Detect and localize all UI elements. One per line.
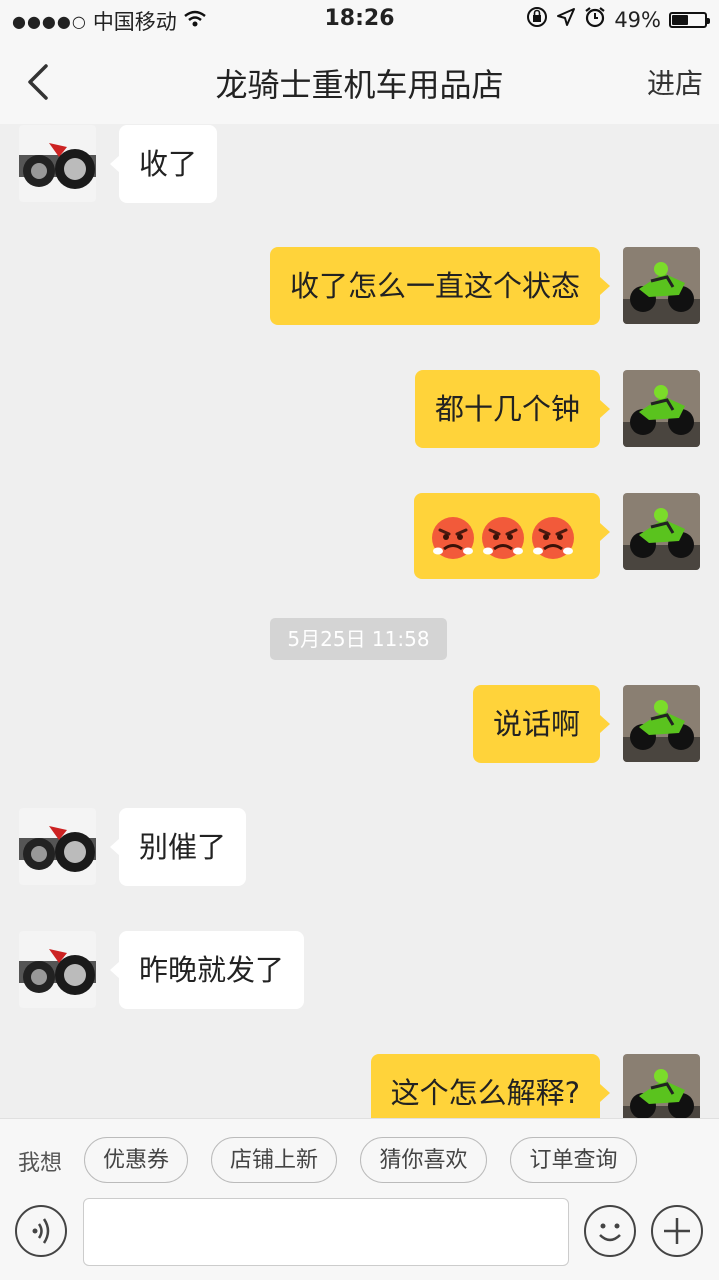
battery-icon	[669, 11, 710, 28]
shop-avatar[interactable]	[19, 808, 96, 885]
emoji-button[interactable]	[584, 1205, 636, 1257]
shop-avatar[interactable]	[19, 931, 96, 1008]
message-bubble-emoji	[414, 493, 610, 579]
quick-reply-bar: 我想 优惠券 店铺上新 猜你喜欢 订单查询	[0, 1118, 719, 1201]
more-button[interactable]	[651, 1205, 703, 1257]
user-avatar[interactable]	[623, 370, 700, 447]
user-avatar[interactable]	[623, 493, 700, 570]
status-bar: ●●●●○ 中国移动 18:26 49%	[0, 0, 719, 40]
plus-icon	[664, 1218, 690, 1244]
chip-order-query[interactable]: 订单查询	[510, 1137, 637, 1183]
message-bubble-outgoing: 都十几个钟	[414, 370, 611, 448]
message-bubble-incoming: 别催了	[109, 808, 247, 886]
rotation-lock-icon	[526, 6, 548, 33]
angry-face-icon	[482, 517, 524, 559]
message-input[interactable]	[83, 1198, 569, 1266]
message-bubble-outgoing: 收了怎么一直这个状态	[269, 247, 611, 325]
chip-coupon[interactable]: 优惠券	[84, 1137, 188, 1183]
input-bar	[0, 1198, 719, 1280]
angry-face-icon	[432, 517, 474, 559]
nav-bar: 龙骑士重机车用品店 进店	[0, 40, 719, 124]
angry-face-icon	[532, 517, 574, 559]
user-avatar[interactable]	[623, 247, 700, 324]
message-bubble-incoming: 昨晚就发了	[109, 931, 305, 1009]
enter-shop-button[interactable]: 进店	[647, 62, 703, 102]
user-avatar[interactable]	[623, 685, 700, 762]
quick-reply-label: 我想	[18, 1151, 63, 1176]
battery-percent: 49%	[614, 7, 661, 32]
timestamp-chip: 5月25日 11:58	[270, 618, 447, 660]
message-bubble-outgoing: 说话啊	[472, 685, 611, 763]
alarm-icon	[584, 6, 606, 33]
voice-icon	[32, 1218, 50, 1244]
chip-new-arrivals[interactable]: 店铺上新	[211, 1137, 337, 1183]
voice-button[interactable]	[15, 1205, 67, 1257]
chip-recommended[interactable]: 猜你喜欢	[360, 1137, 487, 1183]
message-bubble-incoming: 收了	[109, 125, 218, 203]
shop-avatar[interactable]	[19, 125, 96, 202]
smiley-icon	[599, 1223, 621, 1242]
page-title: 龙骑士重机车用品店	[215, 66, 504, 104]
location-icon	[556, 7, 576, 32]
status-right: 49%	[526, 6, 710, 33]
